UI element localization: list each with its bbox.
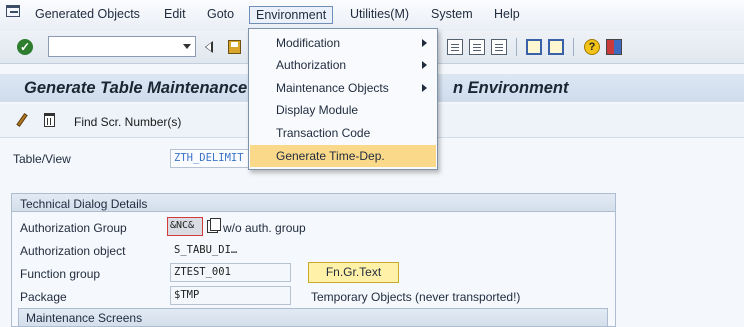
package-label: Package <box>20 290 67 304</box>
group-header: Technical Dialog Details <box>12 194 615 212</box>
help-icon[interactable]: ? <box>584 39 600 55</box>
menu-goto[interactable]: Goto <box>207 7 234 21</box>
menu-item-generate-time-dep[interactable]: Generate Time-Dep. <box>250 145 436 167</box>
save-icon[interactable] <box>228 40 241 54</box>
page-title-suffix: n Environment <box>453 79 569 97</box>
system-menu-icon[interactable] <box>6 5 20 17</box>
authorization-group-field[interactable]: &NC& <box>167 217 203 236</box>
layout-menu-icon[interactable] <box>606 39 622 55</box>
package-description: Temporary Objects (never transported!) <box>311 290 521 304</box>
maintenance-screens-title: Maintenance Screens <box>26 311 143 325</box>
table-view-field[interactable]: ZTH_DELIMIT <box>170 149 250 168</box>
menu-utilities[interactable]: Utilities(M) <box>350 7 409 21</box>
technical-dialog-group: Technical Dialog Details <box>11 193 616 327</box>
menu-item-authorization[interactable]: Authorization <box>250 54 436 76</box>
menu-item-label: Generate Time-Dep. <box>276 149 385 163</box>
menu-system[interactable]: System <box>431 7 473 21</box>
menu-environment[interactable]: Environment <box>249 6 334 24</box>
environment-dropdown-menu: Modification Authorization Maintenance O… <box>248 28 438 170</box>
menu-bar: Generated Objects Edit Goto Environment … <box>0 0 744 31</box>
menu-item-label: Maintenance Objects <box>276 81 389 95</box>
submenu-arrow-icon <box>422 84 427 92</box>
back-icon[interactable] <box>205 41 213 53</box>
toolbar-separator <box>573 38 574 56</box>
toolbar-separator <box>516 38 517 56</box>
copy-icon[interactable] <box>207 218 221 233</box>
menu-generated-objects[interactable]: Generated Objects <box>35 7 140 21</box>
function-group-text-button[interactable]: Fn.Gr.Text <box>308 262 399 283</box>
submenu-arrow-icon <box>422 61 427 69</box>
enter-check-icon[interactable]: ✓ <box>17 39 33 55</box>
chevron-down-icon[interactable] <box>183 44 191 49</box>
group-title: Technical Dialog Details <box>20 197 148 211</box>
function-group-label: Function group <box>20 267 101 281</box>
maintenance-screens-group: Maintenance Screens <box>18 308 608 327</box>
menu-item-label: Modification <box>276 36 341 50</box>
first-page-icon[interactable] <box>447 39 463 55</box>
menu-item-label: Transaction Code <box>276 126 371 140</box>
authorization-object-label: Authorization object <box>20 244 126 258</box>
function-group-field[interactable]: ZTEST_001 <box>170 263 291 282</box>
package-field[interactable]: $TMP <box>170 286 291 305</box>
trash-icon[interactable] <box>44 113 55 127</box>
find-screen-numbers-button[interactable]: Find Scr. Number(s) <box>74 115 181 129</box>
authorization-group-label: Authorization Group <box>20 221 127 235</box>
menu-edit[interactable]: Edit <box>164 7 186 21</box>
table-view-label: Table/View <box>13 152 71 166</box>
menu-item-label: Display Module <box>276 103 359 117</box>
menu-item-transaction-code[interactable]: Transaction Code <box>250 122 436 144</box>
authorization-group-text: w/o auth. group <box>223 221 306 235</box>
page-title: Generate Table Maintenance <box>24 79 248 97</box>
menu-item-label: Authorization <box>276 58 347 72</box>
command-field[interactable] <box>48 36 196 57</box>
menu-item-display-module[interactable]: Display Module <box>250 99 436 121</box>
previous-page-icon[interactable] <box>469 39 485 55</box>
next-page-icon[interactable] <box>491 39 507 55</box>
menu-item-modification[interactable]: Modification <box>250 32 436 54</box>
new-session-icon[interactable] <box>526 39 542 55</box>
submenu-arrow-icon <box>422 39 427 47</box>
shortcut-icon[interactable] <box>548 39 564 55</box>
menu-item-maintenance-objects[interactable]: Maintenance Objects <box>250 77 436 99</box>
menu-help[interactable]: Help <box>494 7 520 21</box>
authorization-object-value: S_TABU_DI… <box>174 244 238 256</box>
